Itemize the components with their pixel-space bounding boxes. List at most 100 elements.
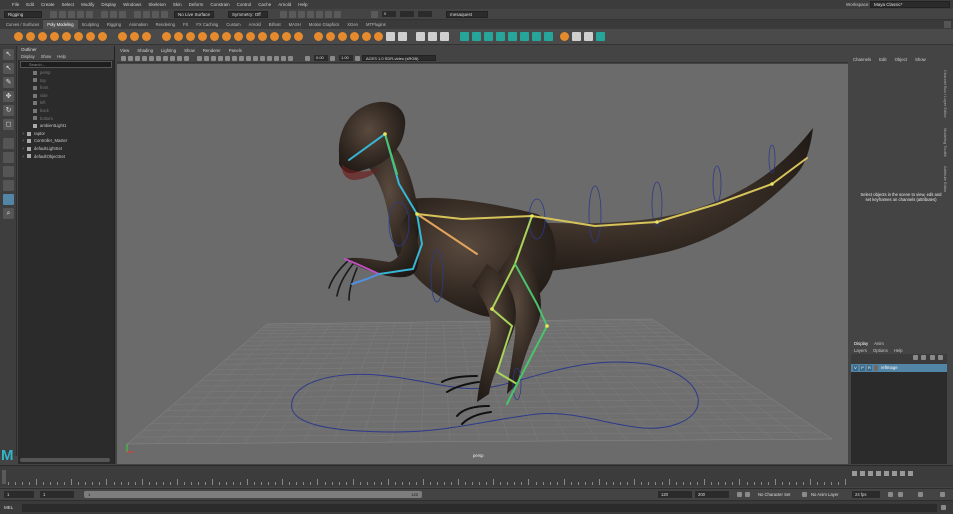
- select-tool-icon[interactable]: ↖: [3, 49, 14, 60]
- animation-start-field[interactable]: 1: [4, 491, 34, 498]
- poly-sphere-icon[interactable]: [14, 32, 23, 41]
- menu-create[interactable]: Create: [41, 2, 55, 7]
- layer-menu-layers[interactable]: Layers: [854, 348, 867, 353]
- viewport-menu-renderer[interactable]: Renderer: [203, 48, 221, 53]
- animation-prefs-icon[interactable]: [918, 492, 923, 497]
- depth-of-field-icon[interactable]: [260, 55, 265, 61]
- snap-point-icon[interactable]: [152, 10, 159, 18]
- bevel-icon[interactable]: [282, 32, 291, 41]
- mash-distribute-icon[interactable]: [472, 32, 481, 41]
- menu-modify[interactable]: Modify: [81, 2, 94, 7]
- character-set-icon[interactable]: [745, 492, 750, 497]
- outliner-item[interactable]: ambientLight1: [18, 122, 114, 130]
- command-input[interactable]: [22, 504, 937, 512]
- menu-skeleton[interactable]: Skeleton: [148, 2, 166, 7]
- shelf-tab-rendering[interactable]: Rendering: [152, 20, 179, 29]
- layer-reference-toggle[interactable]: R: [867, 365, 872, 371]
- object-name-dropdown[interactable]: mesaquest: [446, 10, 488, 18]
- poly-platonic-icon[interactable]: [98, 32, 107, 41]
- go-to-end-icon[interactable]: [908, 471, 913, 476]
- shelf-tab-rigging[interactable]: Rigging: [103, 20, 125, 29]
- exposure-field[interactable]: 0.00: [314, 55, 328, 61]
- outliner-item[interactable]: persp: [18, 69, 114, 77]
- mirror-icon[interactable]: [210, 32, 219, 41]
- outliner-scrollbar[interactable]: [20, 458, 110, 462]
- shelf-tab-curves-surfaces[interactable]: Curves / Surfaces: [2, 20, 43, 29]
- menu-deform[interactable]: Deform: [189, 2, 204, 7]
- isolate-select-icon[interactable]: [267, 55, 272, 61]
- film-gate-icon[interactable]: [149, 55, 154, 61]
- mash-random-icon[interactable]: [520, 32, 529, 41]
- uv-editor-icon[interactable]: [386, 32, 395, 41]
- xray-components-icon[interactable]: [288, 55, 293, 61]
- poly-cylinder-icon[interactable]: [38, 32, 47, 41]
- playback-end-field[interactable]: 120: [658, 491, 692, 498]
- new-layer-selected-icon[interactable]: [938, 355, 943, 360]
- layer-menu-help[interactable]: Help: [894, 348, 903, 353]
- layer-tab-display[interactable]: Display: [854, 341, 868, 346]
- lasso-tool-icon[interactable]: ↖: [3, 63, 14, 74]
- outliner-search-input[interactable]: Search...: [20, 61, 112, 68]
- character-set-dropdown[interactable]: No Character Set: [755, 491, 800, 498]
- shelf-tab-mtplugins[interactable]: MTPlugins: [362, 20, 390, 29]
- outliner-item[interactable]: left: [18, 99, 114, 107]
- bookmark-icon[interactable]: [128, 55, 133, 61]
- layer-menu-options[interactable]: Options: [873, 348, 888, 353]
- scale-tool-icon[interactable]: ◻: [3, 119, 14, 130]
- mash-curve-icon[interactable]: [496, 32, 505, 41]
- play-backwards-icon[interactable]: [876, 471, 881, 476]
- open-scene-icon[interactable]: [59, 10, 66, 18]
- viewport-menu-lighting[interactable]: Lighting: [161, 48, 176, 53]
- shelf-tab-fx-caching[interactable]: FX Caching: [192, 20, 222, 29]
- hypershade-icon[interactable]: [316, 10, 323, 18]
- anti-aliasing-icon[interactable]: [253, 55, 258, 61]
- live-surface-field[interactable]: No Live Surface: [174, 10, 214, 18]
- quad-draw-icon[interactable]: [350, 32, 359, 41]
- move-layer-up-icon[interactable]: [912, 355, 918, 360]
- xray-joints-icon[interactable]: [281, 55, 286, 61]
- go-to-start-icon[interactable]: [852, 471, 857, 476]
- safe-action-icon[interactable]: [177, 55, 182, 61]
- channel-menu-object[interactable]: Object: [895, 57, 907, 62]
- light-editor-icon[interactable]: [334, 10, 341, 18]
- textured-icon[interactable]: [218, 55, 223, 61]
- smiley-icon[interactable]: [560, 32, 569, 41]
- script-editor-icon[interactable]: [941, 505, 946, 510]
- channel-menu-show[interactable]: Show: [915, 57, 926, 62]
- quick-layout-icon[interactable]: ⌕: [3, 208, 14, 219]
- four-view-layout-icon[interactable]: [3, 166, 14, 177]
- current-time-marker[interactable]: [2, 470, 6, 484]
- poly-plane-icon[interactable]: [74, 32, 83, 41]
- boolean-icon[interactable]: [198, 32, 207, 41]
- color-management-icon[interactable]: [355, 55, 360, 61]
- last-tool-icon[interactable]: [3, 138, 14, 149]
- reduce-icon[interactable]: [246, 32, 255, 41]
- history-icon[interactable]: [280, 10, 287, 18]
- shelf-tab-arnold[interactable]: Arnold: [245, 20, 265, 29]
- outliner-menu-help[interactable]: Help: [57, 54, 66, 59]
- menu-arnold[interactable]: Arnold: [278, 2, 291, 7]
- single-perspective-layout-icon[interactable]: [3, 152, 14, 163]
- step-back-key-icon[interactable]: [860, 471, 865, 476]
- safe-title-icon[interactable]: [184, 55, 189, 61]
- image-plane-icon[interactable]: [135, 55, 140, 61]
- menu-display[interactable]: Display: [101, 2, 116, 7]
- motion-blur-icon[interactable]: [246, 55, 251, 61]
- poly-cone-icon[interactable]: [50, 32, 59, 41]
- shelf-tab-poly-modeling[interactable]: Poly Modeling: [43, 20, 78, 29]
- shelf-tab-animation[interactable]: Animation: [125, 20, 152, 29]
- anim-layer-icon[interactable]: [802, 492, 807, 497]
- gamma-field[interactable]: 1.00: [339, 55, 353, 61]
- shadows-icon[interactable]: [232, 55, 237, 61]
- menu-edit[interactable]: Edit: [26, 2, 34, 7]
- poly-torus-icon[interactable]: [62, 32, 71, 41]
- auto-key-icon[interactable]: [737, 492, 742, 497]
- rotate-tool-icon[interactable]: ↻: [3, 105, 14, 116]
- menu-constrain[interactable]: Constrain: [210, 2, 229, 7]
- outliner-item[interactable]: + defaultLightSet: [18, 145, 114, 153]
- channel-menu-channels[interactable]: Channels: [853, 57, 871, 62]
- smooth-shade-icon[interactable]: [204, 55, 209, 61]
- menu-cache[interactable]: Cache: [258, 2, 271, 7]
- step-forward-frame-icon[interactable]: [892, 471, 897, 476]
- input-field-b[interactable]: [400, 11, 414, 17]
